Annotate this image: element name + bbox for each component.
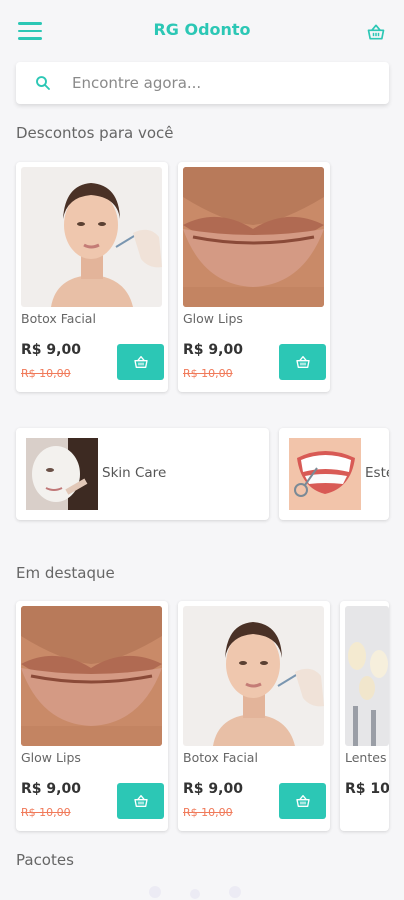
basket-icon bbox=[295, 795, 310, 807]
search-icon bbox=[36, 76, 50, 90]
basket-icon bbox=[133, 356, 148, 368]
add-to-basket-button[interactable] bbox=[117, 783, 164, 819]
basket-icon bbox=[295, 356, 310, 368]
product-price: R$ 9,00 bbox=[21, 342, 81, 358]
product-card[interactable]: Botox Facial R$ 9,00 R$ 10,00 bbox=[16, 162, 168, 392]
section-title-discounts: Descontos para você bbox=[16, 124, 174, 142]
product-name: Glow Lips bbox=[21, 750, 81, 765]
lips-image bbox=[183, 167, 324, 307]
app-title: RG Odonto bbox=[153, 20, 251, 39]
product-name: Botox Facial bbox=[183, 750, 258, 765]
dental-veneers-image bbox=[345, 606, 389, 746]
teeth-smile-image bbox=[289, 438, 361, 510]
product-price: R$ 10,0 bbox=[345, 781, 389, 797]
category-card[interactable]: Este bbox=[279, 428, 389, 520]
category-card[interactable]: Skin Care bbox=[16, 428, 269, 520]
add-to-basket-button[interactable] bbox=[279, 344, 326, 380]
add-to-basket-button[interactable] bbox=[279, 783, 326, 819]
product-card[interactable]: Lentes R$ 10,0 bbox=[340, 601, 389, 831]
face-mask-image bbox=[26, 438, 98, 510]
product-card[interactable]: Glow Lips R$ 9,00 R$ 10,00 bbox=[178, 162, 330, 392]
product-price: R$ 9,00 bbox=[183, 781, 243, 797]
product-name: Lentes bbox=[345, 750, 387, 765]
product-old-price: R$ 10,00 bbox=[183, 806, 233, 819]
product-card[interactable]: Botox Facial R$ 9,00 R$ 10,00 bbox=[178, 601, 330, 831]
product-old-price: R$ 10,00 bbox=[183, 367, 233, 380]
section-title-featured: Em destaque bbox=[16, 564, 115, 582]
basket-icon[interactable] bbox=[366, 22, 386, 42]
lips-image bbox=[21, 606, 162, 746]
search-bar bbox=[16, 62, 389, 104]
product-name: Glow Lips bbox=[183, 311, 243, 326]
product-name: Botox Facial bbox=[21, 311, 96, 326]
product-old-price: R$ 10,00 bbox=[21, 367, 71, 380]
section-title-packages: Pacotes bbox=[16, 851, 74, 869]
face-portrait-image bbox=[21, 167, 162, 307]
basket-icon bbox=[133, 795, 148, 807]
product-card[interactable]: Glow Lips R$ 9,00 R$ 10,00 bbox=[16, 601, 168, 831]
product-price: R$ 9,00 bbox=[21, 781, 81, 797]
search-input[interactable] bbox=[72, 72, 372, 94]
add-to-basket-button[interactable] bbox=[117, 344, 164, 380]
product-old-price: R$ 10,00 bbox=[21, 806, 71, 819]
decorative-dots bbox=[149, 886, 241, 899]
face-portrait-image bbox=[183, 606, 324, 746]
app-bar: RG Odonto bbox=[0, 0, 404, 64]
category-label: Este bbox=[365, 465, 389, 481]
product-price: R$ 9,00 bbox=[183, 342, 243, 358]
category-label: Skin Care bbox=[102, 465, 167, 481]
